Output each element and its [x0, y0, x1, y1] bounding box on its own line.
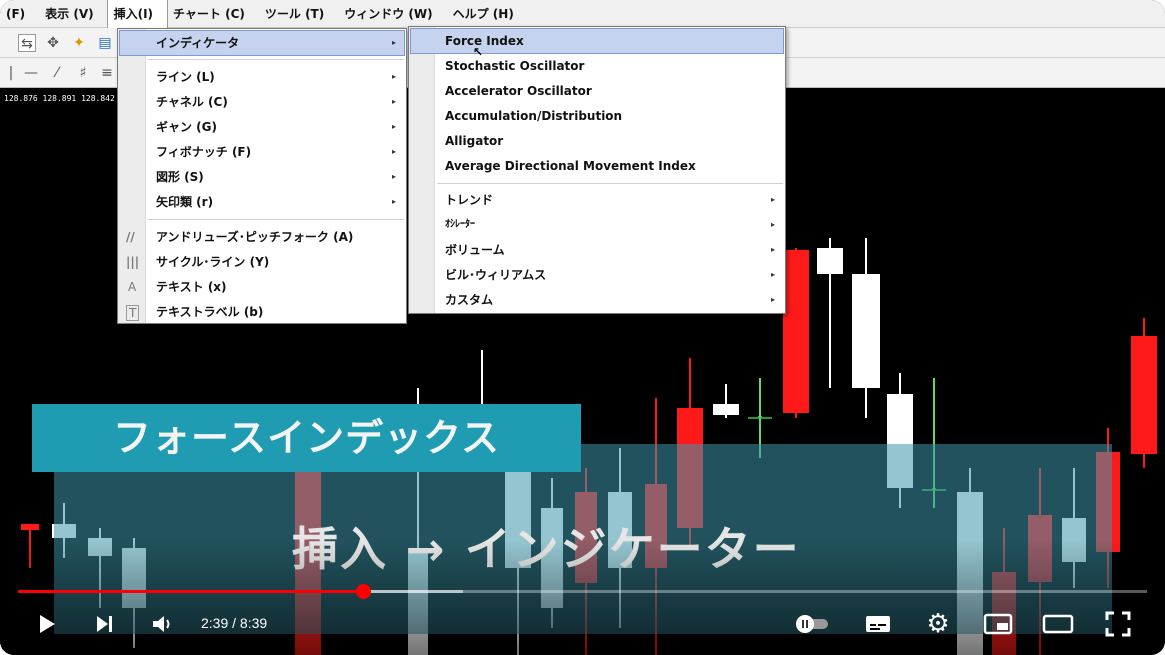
- miniplayer-button[interactable]: [980, 608, 1016, 640]
- insert-item-gann[interactable]: ギャン (G) ▸: [120, 115, 404, 139]
- indicator-item-oscillators[interactable]: ｵｼﾚｰﾀｰ ▸: [411, 213, 783, 237]
- indicator-item-force-index[interactable]: Force Index: [410, 28, 784, 54]
- insert-item-text[interactable]: A テキスト (x): [120, 275, 404, 299]
- trend-line-icon[interactable]: ⁄: [48, 64, 66, 82]
- menu-chart[interactable]: チャート (C): [167, 0, 259, 28]
- navigator-icon[interactable]: ✥: [44, 34, 62, 52]
- subtitles-icon: [866, 616, 890, 632]
- submenu-arrow-icon: ▸: [770, 270, 775, 279]
- menu-separator: [148, 59, 404, 60]
- menu-separator: [148, 219, 404, 220]
- candle-body: [852, 274, 880, 388]
- insert-item-channels[interactable]: チャネル (C) ▸: [120, 90, 404, 114]
- candle-body: [713, 404, 739, 415]
- insert-item-fibonacci[interactable]: フィボナッチ (F) ▸: [120, 140, 404, 164]
- time-display: 2:39 / 8:39: [201, 615, 268, 631]
- subtitles-button[interactable]: [860, 608, 896, 640]
- progress-played: [18, 590, 364, 593]
- terminal-icon[interactable]: ▤: [96, 34, 114, 52]
- insert-item-arrows[interactable]: 矢印類 (r) ▸: [120, 190, 404, 214]
- market-watch-icon[interactable]: ⇆: [18, 34, 36, 52]
- menu-separator: [437, 183, 783, 184]
- candle-body: [817, 248, 843, 274]
- fibonacci-icon[interactable]: ♯: [74, 64, 92, 82]
- volume-icon: [153, 616, 170, 632]
- gear-icon: ⚙: [926, 609, 950, 639]
- candle-body: [21, 524, 39, 530]
- horizontal-line-icon[interactable]: —: [22, 64, 40, 82]
- insert-item-cycle-lines[interactable]: ||| サイクル･ライン (Y): [120, 250, 404, 274]
- autoplay-toggle[interactable]: [790, 608, 834, 640]
- indicator-item-volumes[interactable]: ボリューム ▸: [411, 238, 783, 262]
- progress-bar[interactable]: [18, 584, 1147, 599]
- settings-button[interactable]: ⚙: [920, 608, 956, 640]
- theater-icon: [1042, 614, 1074, 634]
- indicator-item-alligator[interactable]: Alligator: [411, 129, 783, 153]
- insert-item-lines[interactable]: ライン (L) ▸: [120, 65, 404, 89]
- video-player[interactable]: (F) 表示 (V) 挿入(I) チャート (C) ツール (T) ウィンドウ …: [0, 0, 1165, 655]
- menu-tools[interactable]: ツール (T): [259, 0, 338, 28]
- insert-item-indicators[interactable]: インディケータ ▸: [119, 30, 405, 56]
- insert-item-text-label[interactable]: T テキストラベル (b): [120, 300, 404, 324]
- candle-body: [783, 250, 809, 413]
- menu-view[interactable]: 表示 (V): [39, 0, 107, 28]
- folder-icon[interactable]: ✦: [70, 34, 88, 52]
- text-label-icon: T: [126, 305, 140, 321]
- cursor-icon[interactable]: |: [2, 64, 20, 82]
- next-button[interactable]: [88, 608, 120, 640]
- menu-window[interactable]: ウィンドウ (W): [338, 0, 446, 28]
- indicator-item-accumulation[interactable]: Accumulation/Distribution: [411, 104, 783, 128]
- indicator-item-stochastic[interactable]: Stochastic Oscillator: [411, 54, 783, 78]
- indicator-item-trend[interactable]: トレンド ▸: [411, 188, 783, 212]
- insert-item-shapes[interactable]: 図形 (S) ▸: [120, 165, 404, 189]
- caption-title-box: フォースインデックス: [32, 404, 581, 472]
- submenu-arrow-icon: ▸: [391, 72, 396, 81]
- indicator-item-accelerator[interactable]: Accelerator Oscillator: [411, 79, 783, 103]
- insert-menu: インディケータ ▸ ライン (L) ▸ チャネル (C) ▸ ギャン (G) ▸…: [117, 28, 407, 324]
- submenu-arrow-icon: ▸: [391, 147, 396, 156]
- caption-title: フォースインデックス: [113, 416, 500, 460]
- submenu-arrow-icon: ▸: [770, 245, 775, 254]
- cycle-lines-icon: |||: [126, 255, 140, 269]
- submenu-arrow-icon: ▸: [770, 220, 775, 229]
- menu-help[interactable]: ヘルプ (H): [447, 0, 528, 28]
- pitchfork-icon: //: [126, 230, 135, 244]
- submenu-arrow-icon: ▸: [391, 197, 396, 206]
- volume-button[interactable]: [148, 608, 180, 640]
- submenu-arrow-icon: ▸: [770, 295, 775, 304]
- next-icon: [97, 616, 112, 632]
- submenu-arrow-icon: ▸: [391, 172, 396, 181]
- insert-item-pitchfork[interactable]: // アンドリューズ･ピッチフォーク (A): [120, 225, 404, 249]
- channel-icon[interactable]: ≡: [98, 64, 116, 82]
- menu-file[interactable]: (F): [0, 0, 39, 28]
- candle-body: [1131, 336, 1157, 454]
- submenu-arrow-icon: ▸: [391, 38, 396, 47]
- submenu-arrow-icon: ▸: [770, 195, 775, 204]
- menu-insert[interactable]: 挿入(I): [106, 0, 169, 29]
- submenu-arrow-icon: ▸: [391, 122, 396, 131]
- submenu-arrow-icon: ▸: [391, 97, 396, 106]
- menu-bar: (F) 表示 (V) 挿入(I) チャート (C) ツール (T) ウィンドウ …: [0, 0, 1165, 29]
- indicator-item-adx[interactable]: Average Directional Movement Index: [411, 154, 783, 178]
- fullscreen-icon: [1105, 611, 1131, 637]
- text-icon: A: [128, 280, 137, 294]
- indicator-item-custom[interactable]: カスタム ▸: [411, 288, 783, 312]
- play-icon: [40, 615, 55, 633]
- indicators-submenu: Force Index Stochastic Oscillator Accele…: [408, 26, 786, 314]
- mouse-cursor-icon: ↖: [473, 45, 484, 59]
- theater-mode-button[interactable]: [1040, 608, 1076, 640]
- indicator-item-bill-williams[interactable]: ビル･ウィリアムス ▸: [411, 263, 783, 287]
- fullscreen-button[interactable]: [1100, 608, 1136, 640]
- autoplay-icon: [796, 615, 828, 633]
- play-button[interactable]: [30, 608, 62, 640]
- miniplayer-icon: [983, 613, 1013, 635]
